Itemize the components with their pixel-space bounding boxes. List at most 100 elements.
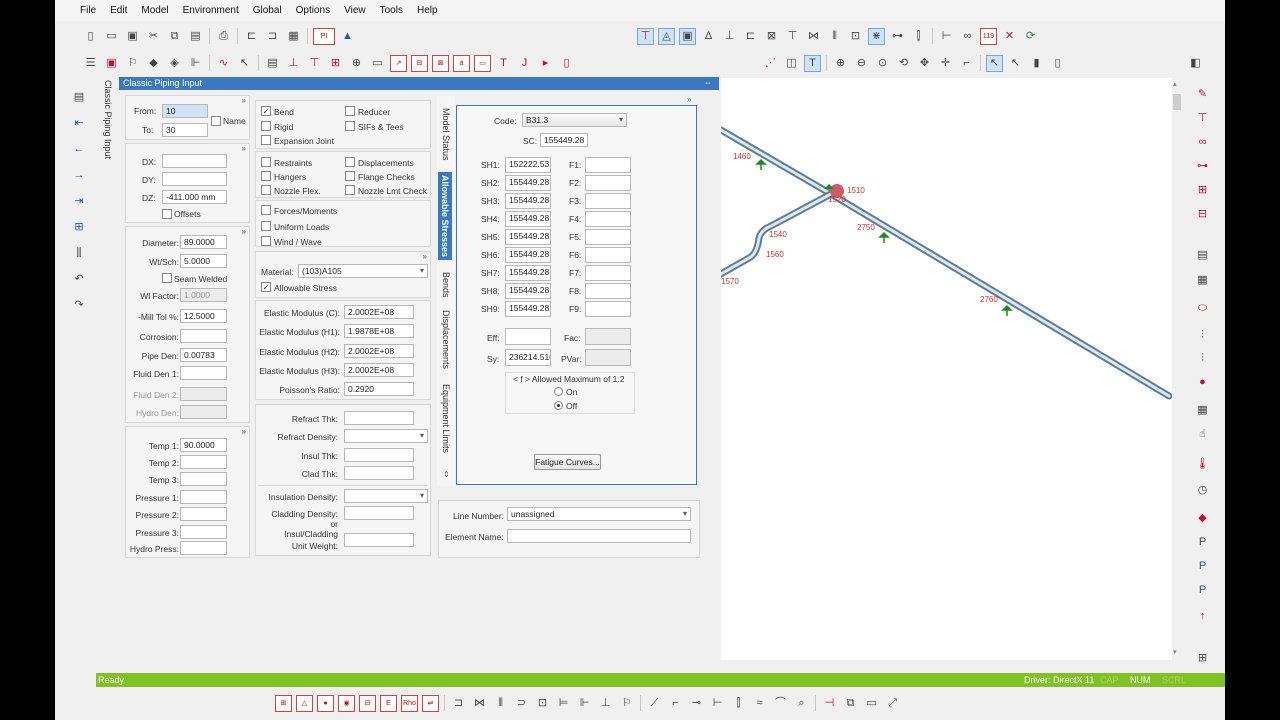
pressure1-input[interactable] — [180, 490, 227, 504]
eff-input[interactable] — [505, 328, 551, 345]
tee-icon[interactable]: ⊤ — [784, 28, 801, 45]
offsets-checkbox[interactable] — [162, 209, 172, 219]
previous-element-icon[interactable]: ← — [71, 141, 88, 158]
insert-icon[interactable]: ⫼ — [71, 245, 88, 262]
struct-icon[interactable]: ⊞ — [275, 694, 292, 712]
support-icon[interactable] — [1001, 304, 1013, 316]
wind-wave-checkbox[interactable] — [261, 236, 271, 246]
unit-weight-input[interactable] — [344, 533, 414, 547]
delta-icon[interactable]: Δ — [700, 28, 717, 45]
reducer-tool-icon[interactable]: ⋈ — [471, 695, 488, 712]
doc-red-icon[interactable]: ▯ — [558, 55, 575, 72]
allowable-stress-checkbox[interactable]: ✓ — [261, 282, 271, 292]
dz-input[interactable]: -411.000 mm — [162, 190, 227, 204]
node-box-icon[interactable]: ● — [317, 694, 334, 712]
wt-sch-input[interactable]: 5.0000 — [180, 254, 227, 268]
support-icon[interactable]: ⊥ — [285, 55, 302, 72]
orbit-icon[interactable]: ⟲ — [895, 55, 912, 72]
pipe-icon[interactable]: ⊢ — [938, 28, 955, 45]
waveform-icon[interactable]: ∿ — [215, 55, 232, 72]
fill-red-icon[interactable]: ◆ — [1194, 510, 1211, 527]
menu-edit[interactable]: Edit — [110, 5, 127, 16]
snubber-tool-icon[interactable]: ⫿ — [730, 695, 747, 712]
cross-icon[interactable]: ⋈ — [805, 28, 822, 45]
binoculars-icon[interactable]: ∞ — [959, 28, 976, 45]
support-tool-icon[interactable]: ⊥ — [597, 695, 614, 712]
hand-icon[interactable]: ☝ — [1194, 426, 1211, 443]
element-name-input[interactable] — [507, 529, 691, 543]
scroll-thumb[interactable] — [1173, 94, 1181, 110]
sh-input[interactable]: 155449.28 — [505, 265, 551, 281]
f-input[interactable] — [585, 265, 631, 281]
f-input[interactable] — [585, 229, 631, 245]
next-element-icon[interactable]: → — [71, 167, 88, 184]
batch-run-icon[interactable]: ⊏ — [243, 28, 260, 45]
sifs-checkbox[interactable] — [345, 121, 355, 131]
steel-icon[interactable]: ⋰ — [762, 55, 779, 72]
duplicate-icon[interactable]: ⊞ — [71, 219, 88, 236]
elastic-modulus-h2-input[interactable]: 2.0002E+08 — [344, 344, 414, 358]
box-tool-icon[interactable]: ⧉ — [842, 695, 859, 712]
tee-red-icon[interactable]: T — [495, 55, 512, 72]
bucket-icon[interactable]: ◈ — [166, 55, 183, 72]
hangers-checkbox[interactable] — [261, 171, 271, 181]
stop-icon[interactable]: ▣ — [103, 55, 120, 72]
pan-icon[interactable]: ✥ — [916, 55, 933, 72]
flag-tool-icon[interactable]: ⚐ — [618, 695, 635, 712]
dx-input[interactable] — [162, 154, 227, 168]
expansion-joint-checkbox[interactable] — [261, 135, 271, 145]
hanger-icon[interactable]: ⊡ — [847, 28, 864, 45]
temp3-input[interactable] — [180, 472, 227, 486]
pin-icon[interactable]: ⇔ — [704, 78, 712, 87]
pencil-icon[interactable]: ✎ — [1194, 86, 1211, 103]
zoom-out-icon[interactable]: ⊖ — [853, 55, 870, 72]
cylinder-outline-icon[interactable]: ▯ — [1049, 55, 1066, 72]
length-icon[interactable]: ⫿ — [910, 28, 927, 45]
move-icon[interactable]: ✛ — [937, 55, 954, 72]
break-icon[interactable]: ⊟ — [1194, 206, 1211, 223]
refract-thk-input[interactable] — [344, 411, 414, 425]
sh-input[interactable]: 155449.28 — [505, 175, 551, 191]
reducer-checkbox[interactable] — [345, 106, 355, 116]
pipe-tool-icon[interactable]: ⊢ — [709, 695, 726, 712]
nozzle-flex-checkbox[interactable] — [261, 185, 271, 195]
tab-bends[interactable]: Bends — [441, 272, 451, 298]
node-number-icon[interactable]: ⊶ — [889, 28, 906, 45]
axes-icon[interactable]: ⌐ — [958, 55, 975, 72]
counter-icon[interactable]: 119 — [980, 27, 997, 45]
dy-input[interactable] — [162, 172, 227, 186]
scroll-up-icon[interactable]: ▴ — [1173, 80, 1177, 88]
f-input[interactable] — [585, 211, 631, 227]
layers-icon[interactable]: ◧ — [1187, 55, 1204, 72]
weld-icon[interactable]: ⊤ — [1194, 110, 1211, 127]
weld-tool-icon[interactable]: ⊩ — [576, 695, 593, 712]
paste-icon[interactable]: ▤ — [187, 28, 204, 45]
cube-icon[interactable]: ◫ — [783, 55, 800, 72]
restraints-checkbox[interactable] — [261, 157, 271, 167]
delta-box-icon[interactable]: △ — [296, 694, 313, 712]
globe-icon[interactable]: ⊕ — [348, 55, 365, 72]
t-view-icon[interactable]: T — [804, 54, 821, 72]
thermometer-icon[interactable]: 🌡 — [1194, 456, 1211, 473]
fac-input[interactable] — [585, 328, 631, 345]
rho-box-icon[interactable]: Rho — [401, 694, 418, 712]
sh-input[interactable]: 155449.28 — [505, 193, 551, 209]
expansion-joint-icon[interactable]: ⫴ — [826, 28, 843, 45]
report-icon[interactable]: ▦ — [285, 28, 302, 45]
pipe-density-input[interactable]: 0.00783 — [180, 348, 227, 362]
dual-box-icon[interactable]: ⇌ — [422, 694, 439, 712]
sh-input[interactable]: 152222.53 — [505, 157, 551, 173]
run-icon[interactable]: ⚐ — [124, 55, 141, 72]
uniform-loads-checkbox[interactable] — [261, 221, 271, 231]
plane-view-icon[interactable]: ◬ — [658, 27, 675, 45]
undo-icon[interactable]: ↶ — [71, 271, 88, 288]
material-select[interactable]: (103)A105 — [298, 264, 428, 278]
valve-tool-icon[interactable]: ⊡ — [534, 695, 551, 712]
rigid-checkbox[interactable] — [261, 121, 271, 131]
car-box-icon[interactable]: ⊟ — [359, 694, 376, 712]
scroll-down-icon[interactable]: ▾ — [1173, 648, 1177, 656]
copy-icon[interactable]: ⧉ — [166, 28, 183, 45]
menu-view[interactable]: View — [344, 5, 366, 16]
menu-model[interactable]: Model — [141, 5, 168, 16]
bend-red-icon[interactable]: J — [516, 55, 533, 72]
